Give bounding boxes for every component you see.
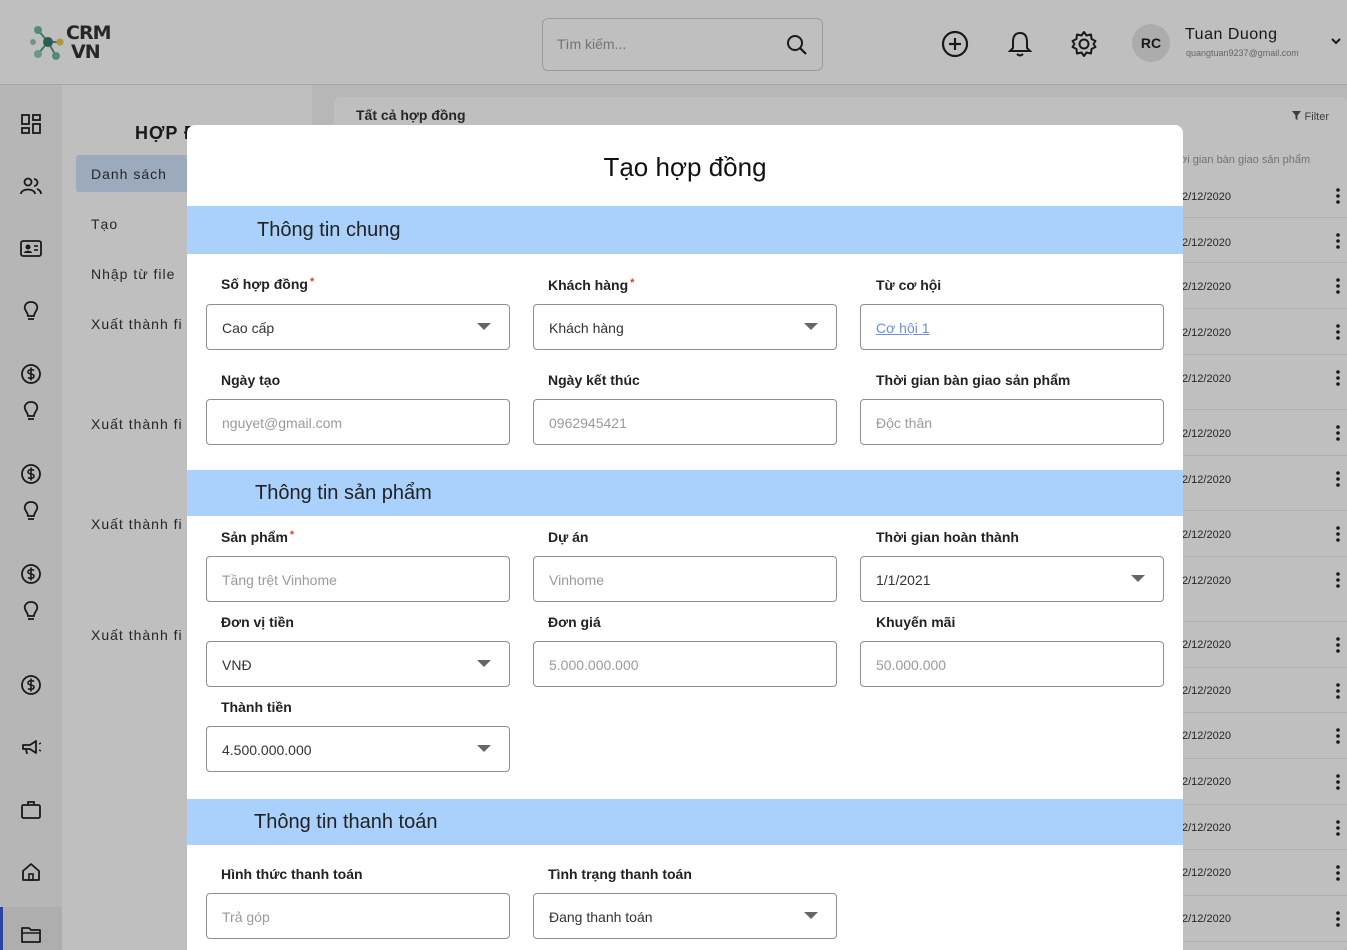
app-root: CRM VN Tìm kiếm... RC Tuan Duong quangtu… [0,0,1347,950]
dropdown-caret-icon [477,660,491,667]
label-customer: Khách hàng * [548,277,634,293]
dropdown-caret-icon [804,323,818,330]
label-text: Sản phẩm [221,529,288,545]
label-payment-status: Tình trạng thanh toán [548,866,692,882]
label-completion-time: Thời gian hoàn thành [876,529,1019,545]
label-text: Khách hàng [548,277,629,293]
select-value: VNĐ [222,657,252,673]
label-opportunity: Từ cơ hội [876,277,942,293]
select-value: Khách hàng [549,320,624,336]
section-label: Thông tin sản phẩm [255,482,432,504]
label-contract-number: Số hợp đồng * [221,276,314,292]
label-unit-price: Đơn giá [548,614,601,630]
label-created-date: Ngày tạo [221,372,281,388]
select-value: 1/1/2021 [876,572,931,588]
input-placeholder: 5.000.000.000 [549,657,639,673]
created-date-input[interactable]: nguyet@gmail.com [206,399,510,445]
end-date-input[interactable]: 0962945421 [533,399,837,445]
required-mark: * [309,276,315,288]
create-contract-modal: Tạo hợp đồng Thông tin chung Số hợp đồng… [187,125,1183,950]
label-text: Số hợp đồng [221,276,308,292]
promotion-input[interactable]: 50.000.000 [860,641,1164,687]
label-promotion: Khuyến mãi [876,614,956,630]
dropdown-caret-icon [477,745,491,752]
input-placeholder: nguyet@gmail.com [222,415,343,431]
completion-time-select[interactable]: 1/1/2021 [860,556,1164,602]
input-placeholder: Vinhome [549,572,605,588]
section-label: Thông tin chung [257,219,401,241]
input-placeholder: Tầng trệt Vinhome [222,572,337,588]
label-project: Dự án [548,529,589,545]
payment-method-input[interactable]: Trả góp [206,893,510,939]
input-placeholder: 50.000.000 [876,657,947,673]
customer-select[interactable]: Khách hàng [533,304,837,350]
currency-select[interactable]: VNĐ [206,641,510,687]
input-placeholder: Độc thân [876,415,933,431]
label-end-date: Ngày kết thúc [548,372,640,388]
dropdown-caret-icon [477,323,491,330]
modal-title: Tạo hợp đồng [603,152,767,182]
input-placeholder: Trả góp [222,909,270,925]
label-total: Thành tiền [221,699,292,715]
select-value: 4.500.000.000 [222,742,312,758]
section-product-header: Thông tin sản phẩm [187,470,1183,516]
dropdown-caret-icon [804,912,818,919]
select-value: Đang thanh toán [549,909,653,925]
dropdown-caret-icon [1131,575,1145,582]
payment-status-select[interactable]: Đang thanh toán [533,893,837,939]
label-product: Sản phẩm * [221,529,294,545]
handover-time-input[interactable]: Độc thân [860,399,1164,445]
label-handover-time: Thời gian bàn giao sản phẩm [876,372,1071,388]
label-currency: Đơn vị tiền [221,614,294,630]
opportunity-field[interactable]: Cơ hội 1 [860,304,1164,350]
required-mark: * [289,529,295,541]
opportunity-link[interactable]: Cơ hội 1 [876,320,930,336]
total-select[interactable]: 4.500.000.000 [206,726,510,772]
contract-number-select[interactable]: Cao cấp [206,304,510,350]
section-general-header: Thông tin chung [187,206,1183,254]
section-label: Thông tin thanh toán [254,811,438,833]
required-mark: * [630,277,635,289]
project-input[interactable]: Vinhome [533,556,837,602]
unit-price-input[interactable]: 5.000.000.000 [533,641,837,687]
label-payment-method: Hình thức thanh toán [221,866,363,882]
product-input[interactable]: Tầng trệt Vinhome [206,556,510,602]
section-payment-header: Thông tin thanh toán [187,799,1183,845]
select-value: Cao cấp [222,320,275,336]
input-placeholder: 0962945421 [549,415,627,431]
